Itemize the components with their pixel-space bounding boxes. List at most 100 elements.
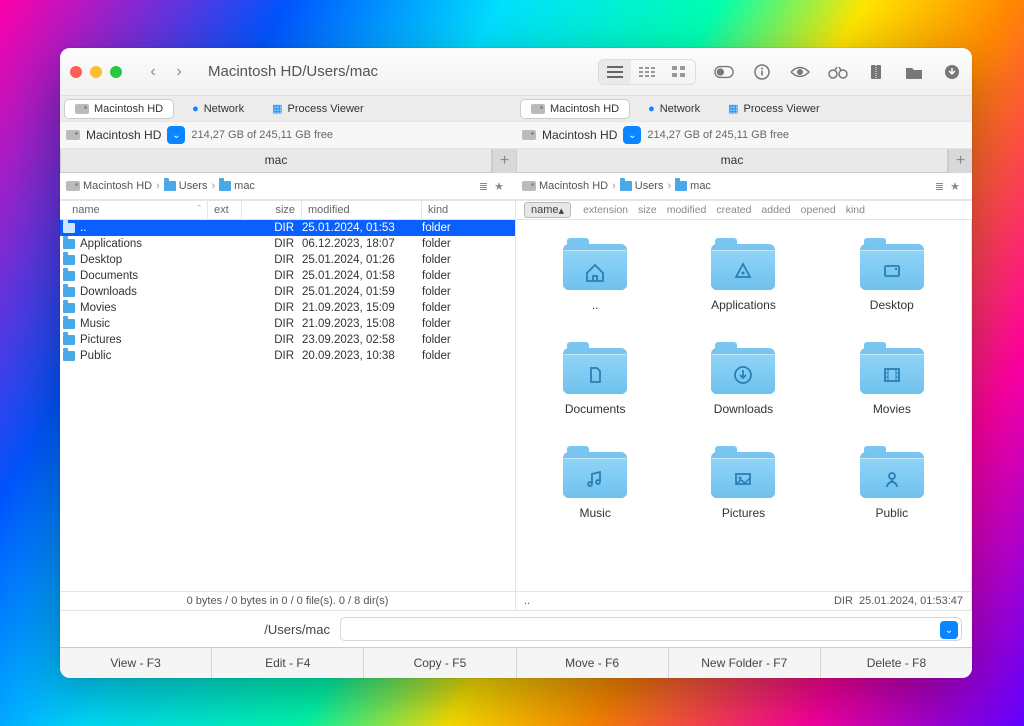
zoom-button[interactable]: [110, 66, 122, 78]
table-row[interactable]: ApplicationsDIR06.12.2023, 18:07folder: [60, 236, 515, 252]
col-created[interactable]: created: [716, 204, 751, 216]
folder-toolbar-icon[interactable]: [904, 62, 924, 82]
new-tab-button[interactable]: +: [948, 149, 972, 173]
path-history-dropdown[interactable]: ⌄: [940, 621, 958, 639]
col-kind[interactable]: kind: [846, 204, 865, 216]
file-list[interactable]: ..DIR25.01.2024, 01:53folderApplications…: [60, 220, 515, 591]
table-row[interactable]: PublicDIR20.09.2023, 10:38folder: [60, 348, 515, 364]
window-title: Macintosh HD/Users/mac: [208, 63, 378, 80]
compress-icon[interactable]: [866, 62, 886, 82]
fav-network[interactable]: ●Network: [182, 100, 254, 118]
table-row[interactable]: DesktopDIR25.01.2024, 01:26folder: [60, 252, 515, 268]
col-modified[interactable]: modified: [667, 204, 707, 216]
edit-button[interactable]: Edit - F4: [212, 648, 364, 678]
table-row[interactable]: DocumentsDIR25.01.2024, 01:58folder: [60, 268, 515, 284]
copy-button[interactable]: Copy - F5: [364, 648, 516, 678]
breadcrumb-segment[interactable]: mac: [219, 180, 255, 192]
free-space-label: 214,27 GB of 245,11 GB free: [647, 129, 789, 141]
grid-item[interactable]: Desktop: [823, 238, 961, 312]
disk-icon: [66, 181, 80, 191]
columns-view-button[interactable]: [631, 60, 663, 84]
folder-icon: [63, 303, 75, 313]
breadcrumb-segment[interactable]: Users: [620, 180, 664, 192]
col-extension[interactable]: extension: [583, 204, 628, 216]
icon-grid[interactable]: ..ApplicationsDesktopDocumentsDownloadsM…: [516, 220, 971, 591]
grid-item[interactable]: ..: [526, 238, 664, 312]
folder-icon: [63, 335, 75, 345]
col-size[interactable]: size: [242, 201, 302, 219]
toggle-icon[interactable]: [714, 62, 734, 82]
table-row[interactable]: DownloadsDIR25.01.2024, 01:59folder: [60, 284, 515, 300]
disk-icon: [522, 130, 536, 140]
grid-item[interactable]: Music: [526, 446, 664, 520]
path-input[interactable]: ⌄: [340, 617, 962, 641]
grid-item-label: Music: [579, 506, 610, 520]
file-manager-window: ‹ › Macintosh HD/Users/mac Macintosh HD …: [60, 48, 972, 678]
grid-item[interactable]: Pictures: [674, 446, 812, 520]
view-toggle-icon[interactable]: ≣: [935, 180, 944, 193]
close-button[interactable]: [70, 66, 82, 78]
back-button[interactable]: ‹: [140, 60, 166, 84]
folder-icon: [63, 319, 75, 329]
table-row[interactable]: PicturesDIR23.09.2023, 02:58folder: [60, 332, 515, 348]
volume-dropdown[interactable]: ⌄: [167, 126, 185, 144]
col-opened[interactable]: opened: [801, 204, 836, 216]
table-row[interactable]: MoviesDIR21.09.2023, 15:09folder: [60, 300, 515, 316]
folder-icon: [63, 351, 75, 361]
col-name[interactable]: name ▴: [524, 202, 571, 218]
col-modified[interactable]: modified: [302, 201, 422, 219]
grid-item[interactable]: Documents: [526, 342, 664, 416]
col-added[interactable]: added: [761, 204, 790, 216]
star-icon[interactable]: ★: [494, 180, 504, 193]
download-toolbar-icon[interactable]: [942, 62, 962, 82]
status-right: .. DIR 25.01.2024, 01:53:47: [516, 592, 972, 610]
view-button[interactable]: View - F3: [60, 648, 212, 678]
breadcrumb-segment[interactable]: Users: [164, 180, 208, 192]
delete-button[interactable]: Delete - F8: [821, 648, 972, 678]
col-ext[interactable]: ext: [208, 201, 242, 219]
folder-icon: [219, 181, 231, 191]
grid-item[interactable]: Downloads: [674, 342, 812, 416]
breadcrumb-segment[interactable]: Macintosh HD: [522, 180, 608, 192]
move-button[interactable]: Move - F6: [517, 648, 669, 678]
left-pane: ..DIR25.01.2024, 01:53folderApplications…: [60, 220, 516, 591]
fav-macintosh-hd[interactable]: Macintosh HD: [64, 99, 174, 119]
forward-button[interactable]: ›: [166, 60, 192, 84]
table-row[interactable]: ..DIR25.01.2024, 01:53folder: [60, 220, 515, 236]
star-icon[interactable]: ★: [950, 180, 960, 193]
info-icon[interactable]: [752, 62, 772, 82]
volume-name: Macintosh HD: [542, 128, 617, 142]
minimize-button[interactable]: [90, 66, 102, 78]
folder-icon: [711, 238, 775, 290]
pane-tab[interactable]: mac: [516, 149, 948, 173]
new-tab-button[interactable]: +: [492, 149, 516, 173]
col-kind[interactable]: kind: [422, 201, 516, 219]
window-controls: [70, 66, 122, 78]
process-icon: ▦: [272, 102, 282, 115]
current-path-label: /Users/mac: [70, 622, 330, 637]
fav-network[interactable]: ●Network: [638, 100, 710, 118]
folder-icon: [63, 223, 75, 233]
new-folder-button[interactable]: New Folder - F7: [669, 648, 821, 678]
list-view-button[interactable]: [599, 60, 631, 84]
grid-view-button[interactable]: [663, 60, 695, 84]
binoculars-icon[interactable]: [828, 62, 848, 82]
pane-tab[interactable]: mac: [60, 149, 492, 173]
col-name[interactable]: nameˆ: [60, 201, 208, 219]
breadcrumb-row: Macintosh HD› Users› mac ≣★ Macintosh HD…: [60, 173, 972, 200]
view-toggle-icon[interactable]: ≣: [479, 180, 488, 193]
table-row[interactable]: MusicDIR21.09.2023, 15:08folder: [60, 316, 515, 332]
grid-item[interactable]: Public: [823, 446, 961, 520]
function-bar: View - F3 Edit - F4 Copy - F5 Move - F6 …: [60, 647, 972, 678]
fav-macintosh-hd[interactable]: Macintosh HD: [520, 99, 630, 119]
fav-process-viewer[interactable]: ▦Process Viewer: [718, 99, 830, 118]
grid-item[interactable]: Movies: [823, 342, 961, 416]
preview-icon[interactable]: [790, 62, 810, 82]
col-size[interactable]: size: [638, 204, 657, 216]
volume-dropdown[interactable]: ⌄: [623, 126, 641, 144]
breadcrumb-segment[interactable]: Macintosh HD: [66, 180, 152, 192]
fav-process-viewer[interactable]: ▦Process Viewer: [262, 99, 374, 118]
breadcrumb-segment[interactable]: mac: [675, 180, 711, 192]
folder-icon: [860, 238, 924, 290]
grid-item[interactable]: Applications: [674, 238, 812, 312]
